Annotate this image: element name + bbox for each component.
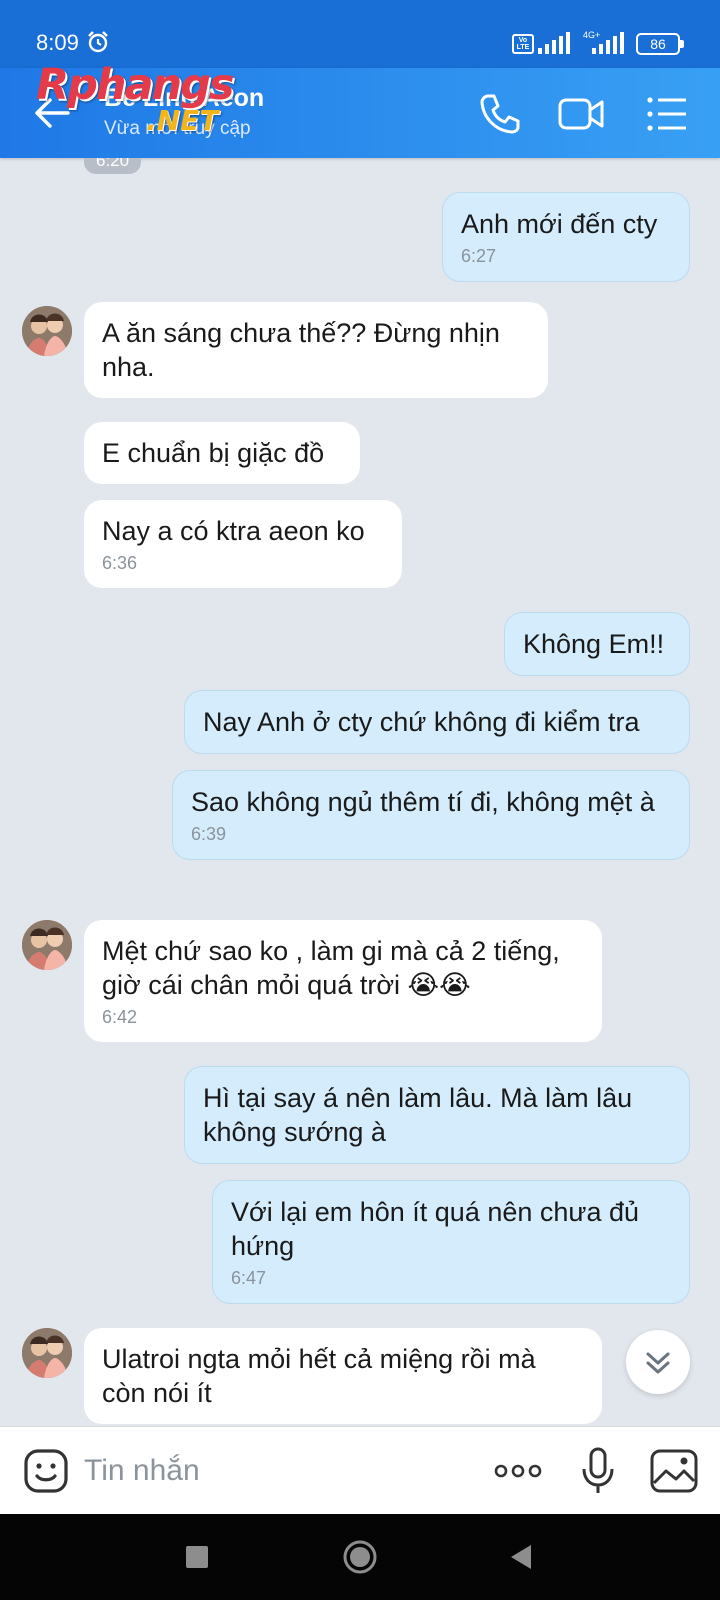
system-navigation-bar [0, 1514, 720, 1600]
avatar[interactable] [22, 306, 72, 356]
more-dots-icon[interactable] [492, 1445, 544, 1497]
watermark-logo-suffix: .NET [146, 104, 219, 137]
microphone-icon[interactable] [572, 1445, 624, 1497]
avatar-photo-icon [22, 1328, 72, 1378]
signal-icon [592, 32, 624, 54]
message-text: Nay a có ktra aeon ko [102, 516, 365, 546]
alarm-icon [88, 31, 108, 53]
message-text: Không Em!! [523, 629, 665, 659]
message-time: 6:27 [461, 246, 497, 266]
sticker-icon[interactable] [20, 1445, 72, 1497]
message-text: Mệt chứ sao ko , làm gi mà cả 2 tiếng, g… [102, 936, 560, 1000]
image-icon[interactable] [648, 1445, 700, 1497]
incoming-message[interactable]: Nay a có ktra aeon ko 6:36 [84, 500, 402, 588]
video-call-icon[interactable] [556, 88, 608, 140]
watermark-logo: Rphangs [36, 60, 235, 110]
status-bar: 8:09 Vo LTE 4G+ 86 [0, 0, 720, 68]
incoming-message[interactable]: Ulatroi ngta mỏi hết cả miệng rồi mà còn… [84, 1328, 602, 1424]
outgoing-message[interactable]: Sao không ngủ thêm tí đi, không mệt à 6:… [172, 770, 690, 860]
outgoing-message[interactable]: Nay Anh ở cty chứ không đi kiểm tra [184, 690, 690, 754]
message-text: E chuẩn bị giặc đồ [102, 438, 325, 468]
back-triangle-icon[interactable] [498, 1534, 544, 1580]
outgoing-message[interactable]: Với lại em hôn ít quá nên chưa đủ hứng 6… [212, 1180, 690, 1304]
avatar-photo-icon [22, 920, 72, 970]
message-text: A ăn sáng chưa thế?? Đừng nhịn nha. [102, 318, 500, 382]
outgoing-message[interactable]: Không Em!! [504, 612, 690, 676]
avatar[interactable] [22, 920, 72, 970]
message-input-bar [0, 1426, 720, 1514]
message-text: Sao không ngủ thêm tí đi, không mệt à [191, 787, 655, 817]
message-time: 6:36 [102, 553, 138, 573]
chat-header: Bé Linh Aeon Vừa mới truy cập Rphangs .N… [0, 60, 720, 158]
message-input[interactable] [84, 1447, 464, 1495]
message-time: 6:47 [231, 1268, 267, 1288]
message-time: 6:42 [102, 1007, 138, 1027]
message-time: 6:39 [191, 824, 227, 844]
outgoing-message[interactable]: Anh mới đến cty 6:27 [442, 192, 690, 282]
recent-apps-icon[interactable] [174, 1534, 220, 1580]
volte-indicator: Vo LTE [512, 34, 534, 54]
status-time: 8:09 [36, 30, 79, 55]
message-text: Ulatroi ngta mỏi hết cả miệng rồi mà còn… [102, 1344, 536, 1408]
home-icon[interactable] [337, 1534, 383, 1580]
time-chip: 6:20 [84, 158, 142, 174]
message-text: Với lại em hôn ít quá nên chưa đủ hứng [231, 1197, 640, 1261]
incoming-message[interactable]: E chuẩn bị giặc đồ [84, 422, 360, 484]
battery-indicator: 86 [636, 33, 684, 55]
phone-icon[interactable] [474, 88, 526, 140]
avatar[interactable] [22, 1328, 72, 1378]
chat-messages[interactable]: 6:20 Anh mới đến cty 6:27 A ăn sáng chưa… [0, 158, 720, 1426]
double-chevron-down-icon [646, 1352, 670, 1374]
avatar-photo-icon [22, 306, 72, 356]
menu-list-icon[interactable] [642, 88, 694, 140]
signal-icon [538, 32, 570, 54]
message-text: Hì tại say á nên làm lâu. Mà làm lâu khô… [203, 1083, 633, 1147]
scroll-to-bottom-button[interactable] [626, 1330, 690, 1394]
outgoing-message[interactable]: Hì tại say á nên làm lâu. Mà làm lâu khô… [184, 1066, 690, 1164]
incoming-message[interactable]: A ăn sáng chưa thế?? Đừng nhịn nha. [84, 302, 548, 398]
message-text: Nay Anh ở cty chứ không đi kiểm tra [203, 707, 640, 737]
incoming-message[interactable]: Mệt chứ sao ko , làm gi mà cả 2 tiếng, g… [84, 920, 602, 1042]
message-text: Anh mới đến cty [461, 209, 658, 239]
